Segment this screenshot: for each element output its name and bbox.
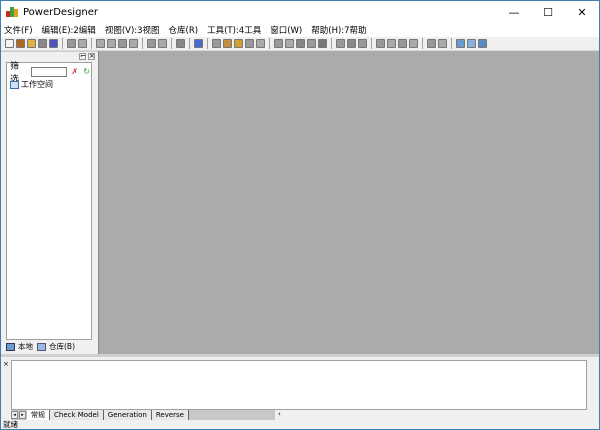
toolbar-separator [422, 38, 423, 49]
toolbar [1, 37, 599, 51]
workspace-label: 工作空间 [21, 79, 53, 90]
cut-icon[interactable] [96, 39, 105, 48]
tab-generation[interactable]: Generation [104, 410, 152, 420]
minimize-button[interactable]: — [497, 1, 531, 23]
tab-local[interactable]: 本地 [6, 341, 33, 352]
text-icon[interactable] [318, 39, 327, 48]
tab-repository-label: 仓库(B) [49, 341, 75, 352]
refresh-icon[interactable]: ↻ [83, 68, 91, 76]
tab-scroll-right-button[interactable]: ▸ [19, 411, 26, 419]
output-horizontal-scrollbar[interactable]: ‹ [275, 410, 587, 420]
menu-help[interactable]: 帮助(H):7帮助 [311, 24, 366, 36]
title-bar: PowerDesigner — ☐ ✕ [1, 1, 599, 23]
print-icon[interactable] [78, 39, 87, 48]
align-center-icon[interactable] [387, 39, 396, 48]
output-icon[interactable] [467, 39, 476, 48]
menu-tools[interactable]: 工具(T):4工具 [207, 24, 261, 36]
tab-repository[interactable]: 仓库(B) [37, 341, 75, 352]
align-right-icon[interactable] [398, 39, 407, 48]
open-folder-icon[interactable] [27, 39, 36, 48]
list-icon[interactable] [245, 39, 254, 48]
browser-icon[interactable] [456, 39, 465, 48]
tab-reverse[interactable]: Reverse [152, 410, 189, 420]
toolbar-separator [91, 38, 92, 49]
toolbar-separator [269, 38, 270, 49]
save-all-icon[interactable] [49, 39, 58, 48]
app-logo-icon [6, 7, 18, 17]
pin-icon[interactable]: ⌐ [79, 53, 86, 60]
menu-file[interactable]: 文件(F) [4, 24, 33, 36]
workspace-area[interactable] [98, 51, 599, 354]
print-preview-icon[interactable] [67, 39, 76, 48]
toolbar-separator [371, 38, 372, 49]
toolbar-separator [189, 38, 190, 49]
menu-bar: 文件(F) 编辑(E):2编辑 视图(V):3视图 仓库(R) 工具(T):4工… [1, 23, 599, 37]
toolbar-separator [207, 38, 208, 49]
toolbar-separator [142, 38, 143, 49]
toolbar-separator [451, 38, 452, 49]
toolbar-separator [171, 38, 172, 49]
diagram-icon[interactable] [212, 39, 221, 48]
delete-icon[interactable] [129, 39, 138, 48]
result-icon[interactable] [478, 39, 487, 48]
properties-icon[interactable] [176, 39, 185, 48]
group-icon[interactable] [427, 39, 436, 48]
arrow-icon[interactable] [307, 39, 316, 48]
open-model-icon[interactable] [16, 39, 25, 48]
grid-icon[interactable] [285, 39, 294, 48]
package-icon[interactable] [223, 39, 232, 48]
menu-view[interactable]: 视图(V):3视图 [105, 24, 160, 36]
close-button[interactable]: ✕ [565, 1, 599, 23]
tab-local-label: 本地 [18, 341, 33, 352]
zoom-icon[interactable] [274, 39, 283, 48]
local-icon [6, 343, 15, 351]
line-icon[interactable] [296, 39, 305, 48]
menu-edit[interactable]: 编辑(E):2编辑 [42, 24, 96, 36]
ungroup-icon[interactable] [438, 39, 447, 48]
menu-repository[interactable]: 仓库(R) [169, 24, 199, 36]
output-vertical-scrollbar[interactable] [587, 360, 597, 410]
output-text-area[interactable] [11, 360, 587, 410]
doc-icon[interactable] [256, 39, 265, 48]
paste-icon[interactable] [118, 39, 127, 48]
tab-check-model[interactable]: Check Model [50, 410, 104, 420]
clear-filter-icon[interactable]: ✗ [71, 68, 79, 76]
align-left-icon[interactable] [376, 39, 385, 48]
object-browser-panel: ⌐× 筛选 ✗ ↻ 工作空间 本地 仓库(B) [1, 51, 98, 354]
menu-window[interactable]: 窗口(W) [270, 24, 302, 36]
undo-icon[interactable] [147, 39, 156, 48]
panel-close-icon[interactable]: × [88, 53, 95, 60]
filter-input[interactable] [31, 67, 67, 77]
save-icon[interactable] [38, 39, 47, 48]
output-close-icon[interactable]: × [3, 360, 9, 368]
copy-icon[interactable] [107, 39, 116, 48]
tab-scroll-left-button[interactable]: ◂ [11, 411, 18, 419]
align-icon[interactable] [336, 39, 345, 48]
globe-icon[interactable] [194, 39, 203, 48]
maximize-button[interactable]: ☐ [531, 1, 565, 23]
new-icon[interactable] [5, 39, 14, 48]
output-panel: × ◂ ▸ 常规 Check Model Generation Reverse … [1, 354, 599, 420]
repository-icon [37, 343, 46, 351]
link2-icon[interactable] [358, 39, 367, 48]
toolbar-separator [331, 38, 332, 49]
status-bar: 就绪 [1, 420, 599, 430]
align-top-icon[interactable] [409, 39, 418, 48]
redo-icon[interactable] [158, 39, 167, 48]
workspace-icon [10, 81, 19, 89]
window-title: PowerDesigner [23, 7, 98, 18]
tab-general[interactable]: 常规 [27, 410, 50, 420]
link-icon[interactable] [347, 39, 356, 48]
model-icon[interactable] [234, 39, 243, 48]
toolbar-separator [62, 38, 63, 49]
